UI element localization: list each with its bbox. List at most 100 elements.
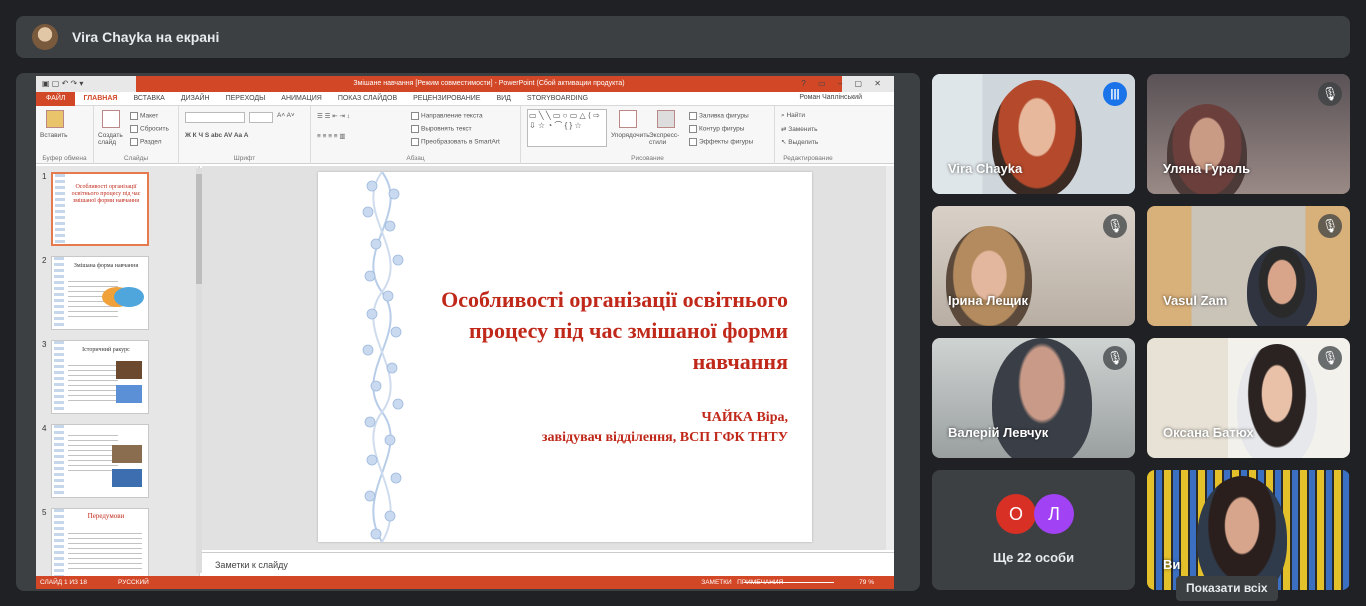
dna-decoration (55, 174, 65, 244)
thumb-text-lines (68, 435, 118, 475)
tab-transitions[interactable]: ПЕРЕХОДЫ (218, 95, 274, 102)
more-participants-count: Ще 22 особи (992, 550, 1075, 565)
tab-design[interactable]: ДИЗАЙН (173, 95, 218, 102)
new-slide-button[interactable]: Создать слайд (98, 132, 128, 146)
thumb-number: 2 (42, 256, 47, 265)
participant-tile-vasul[interactable]: 🎙 Vasul Zam (1147, 206, 1350, 326)
paragraph-label: Абзац (406, 155, 425, 162)
participant-name: Оксана Батюх (1163, 425, 1254, 440)
slide-title: Особливості організації освітнього проце… (441, 287, 788, 374)
thumb-slide-2[interactable]: Змішана форма навчання (51, 256, 149, 330)
tab-insert[interactable]: ВСТАВКА (125, 95, 172, 102)
thumb-title: Історичний ракурс (82, 347, 130, 353)
font-style-icons[interactable]: Ж К Ч S abc AV Aa A (185, 132, 248, 139)
mic-off-icon: 🎙 (1318, 346, 1342, 370)
participant-tile-oksana[interactable]: 🎙 Оксана Батюх (1147, 338, 1350, 458)
slide-author: ЧАЙКА Віра, завідувач відділення, ВСП ГФ… (428, 408, 788, 448)
thumb-image (112, 469, 142, 487)
dna-helix-graphic (362, 172, 404, 542)
thumb-number: 3 (42, 340, 47, 349)
dna-decoration (54, 341, 64, 413)
paste-button[interactable]: Вставить (40, 132, 68, 139)
paste-icon (46, 110, 64, 128)
participant-tile-self[interactable]: Ви (1147, 470, 1350, 590)
language-indicator[interactable]: РУССКИЙ (118, 576, 149, 589)
presenter-title: Vira Chayka на екрані (72, 29, 220, 45)
font-size-field[interactable] (249, 112, 273, 123)
find-button[interactable]: ⌕ Найти (781, 112, 805, 120)
thumb-image (112, 445, 142, 463)
participant-video (1247, 246, 1317, 326)
thumb-number: 5 (42, 508, 47, 517)
thumb-image (116, 385, 142, 403)
thumb-text-lines (68, 365, 118, 405)
group-editing: ⌕ Найти ⇄ Заменить ↖ Выделить Редактиров… (775, 106, 841, 164)
align-icons[interactable]: ≡ ≡ ≡ ≡ ▥ (317, 132, 346, 140)
group-paragraph: ☰ ☰ ⇤ ⇥ ↕ ≡ ≡ ≡ ≡ ▥ Направление текста В… (311, 106, 521, 164)
text-direction-button[interactable]: Направление текста (411, 112, 483, 120)
section-button[interactable]: Раздел (130, 138, 161, 146)
more-participants-tile[interactable]: О Л Ще 22 особи (932, 470, 1135, 590)
thumb-text-lines (68, 281, 118, 321)
list-icons[interactable]: ☰ ☰ ⇤ ⇥ ↕ (317, 112, 350, 120)
font-name-field[interactable] (185, 112, 245, 123)
zoom-level[interactable]: 79 % (859, 579, 874, 586)
window-controls[interactable]: ? ▭ – ▢ ✕ (801, 79, 886, 88)
ppt-title-bar: ▣ ▢ ↶ ↷ ▾ Змішане навчання [Режим совмес… (36, 76, 894, 92)
thumb-slide-5[interactable]: Передумови (51, 508, 149, 576)
zoom-slider[interactable] (744, 582, 834, 583)
notes-button[interactable]: ЗАМЕТКИ (701, 579, 731, 586)
participant-tile-valerii[interactable]: 🎙 Валерій Левчук (932, 338, 1135, 458)
quick-styles-button[interactable]: Экспресс-стили (649, 132, 685, 146)
shapes-gallery[interactable]: ▭ ╲ ╲ ▭ ○ ▭ △ ⟨ ⇨ ⇩ ☆ ◔ ⌒ { } ☆ (527, 109, 607, 147)
shape-outline-button[interactable]: Контур фигуры (689, 125, 744, 133)
mic-off-icon: 🎙 (1318, 214, 1342, 238)
current-slide[interactable]: Особливості організації освітнього проце… (318, 172, 812, 542)
tab-review[interactable]: РЕЦЕНЗИРОВАНИЕ (405, 95, 488, 102)
arrange-button[interactable]: Упорядочить (611, 132, 650, 139)
participant-video (992, 80, 1082, 194)
thumb-number: 4 (42, 424, 47, 433)
drawing-label: Рисование (631, 155, 664, 162)
tab-view[interactable]: ВИД (488, 95, 518, 102)
more-avatar-l: Л (1034, 494, 1074, 534)
replace-button[interactable]: ⇄ Заменить (781, 125, 817, 133)
participant-tile-iryna[interactable]: 🎙 Ірина Лещик (932, 206, 1135, 326)
powerpoint-window: ▣ ▢ ↶ ↷ ▾ Змішане навчання [Режим совмес… (36, 76, 894, 589)
clipboard-label: Буфер обмена (42, 155, 87, 162)
editor-scrollbar[interactable] (886, 166, 894, 550)
presenter-bar: Vira Chayka на екрані (16, 16, 1350, 58)
presenter-avatar (32, 24, 58, 50)
ribbon-tabs: ФАЙЛ ГЛАВНАЯ ВСТАВКА ДИЗАЙН ПЕРЕХОДЫ АНИ… (36, 91, 894, 106)
thumb-text-lines (68, 533, 142, 573)
tab-file[interactable]: ФАЙЛ (36, 91, 76, 106)
arrange-icon (619, 110, 637, 128)
thumb-slide-4[interactable] (51, 424, 149, 498)
speaking-indicator-icon: ||| (1103, 82, 1127, 106)
tab-animation[interactable]: АНИМАЦИЯ (273, 95, 330, 102)
slides-label: Слайды (123, 155, 149, 162)
participant-tile-vira[interactable]: ||| Vira Chayka (932, 74, 1135, 194)
reset-button[interactable]: Сбросить (130, 125, 169, 133)
participant-name: Vasul Zam (1163, 293, 1228, 308)
align-text-button[interactable]: Выровнять текст (411, 125, 472, 133)
status-bar: СЛАЙД 1 ИЗ 18 РУССКИЙ ЗАМЕТКИ ПРИМЕЧАНИЯ… (36, 576, 894, 589)
shape-effects-button[interactable]: Эффекты фигуры (689, 138, 753, 146)
select-button[interactable]: ↖ Выделить (781, 138, 818, 146)
tab-storyboarding[interactable]: STORYBOARDING (519, 95, 596, 102)
thumb-title: Передумови (87, 512, 125, 520)
notes-field[interactable]: Заметки к слайду (202, 552, 894, 576)
layout-button[interactable]: Макет (130, 112, 158, 120)
tab-home[interactable]: ГЛАВНАЯ (75, 95, 125, 102)
participant-video (1167, 104, 1247, 194)
tab-slideshow[interactable]: ПОКАЗ СЛАЙДОВ (330, 95, 405, 102)
font-grow-icon[interactable]: A˄ A˅ (277, 112, 295, 119)
participant-tile-uliana[interactable]: 🎙 Уляна Гураль (1147, 74, 1350, 194)
smartart-button[interactable]: Преобразовать в SmartArt (411, 138, 500, 146)
author-position: завідувач відділення, ВСП ГФК ТНТУ (541, 430, 788, 445)
group-drawing: ▭ ╲ ╲ ▭ ○ ▭ △ ⟨ ⇨ ⇩ ☆ ◔ ⌒ { } ☆ Упорядоч… (521, 106, 775, 164)
shape-fill-button[interactable]: Заливка фигуры (689, 112, 749, 120)
show-all-button[interactable]: Показати всіх (1176, 576, 1278, 601)
thumb-slide-3[interactable]: Історичний ракурс (51, 340, 149, 414)
thumb-slide-1[interactable]: Особливості організації освітнього проце… (51, 172, 149, 246)
